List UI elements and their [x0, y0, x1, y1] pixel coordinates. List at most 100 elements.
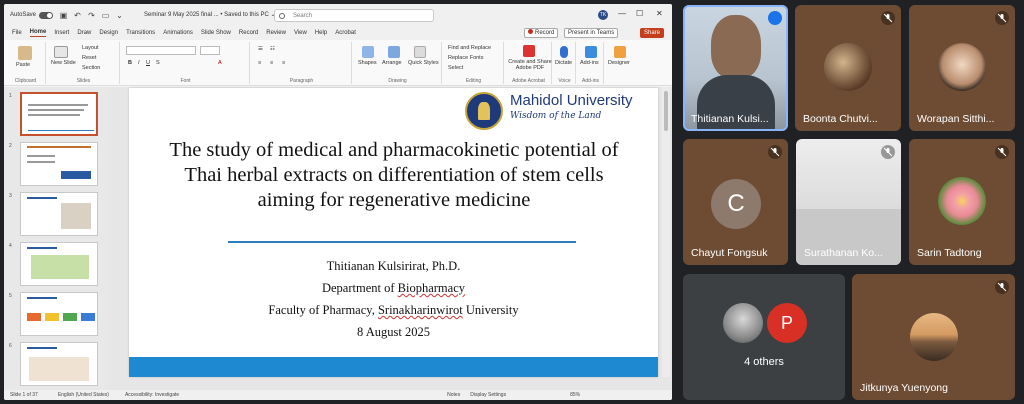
font-size-select[interactable] — [200, 46, 220, 55]
participant-tile-1[interactable]: Thitianan Kulsi... — [683, 5, 788, 131]
presenter-name[interactable]: Thitianan Kulsirirat, Ph.D. — [129, 259, 658, 274]
designer-button[interactable]: Designer — [608, 60, 630, 66]
autosave-toggle[interactable] — [39, 11, 54, 19]
notes-button[interactable]: Notes — [447, 392, 460, 398]
menu-view[interactable]: View — [294, 30, 307, 36]
participant-name: Jitkunya Yuenyong — [860, 382, 948, 394]
language-status[interactable]: English (United States) — [58, 392, 109, 398]
layout-button[interactable]: Layout — [82, 45, 99, 51]
find-replace-button[interactable]: Find and Replace — [448, 45, 491, 51]
dictate-button[interactable]: Dictate — [555, 60, 572, 66]
slide-thumbnail-2[interactable] — [20, 142, 98, 186]
menu-help[interactable]: Help — [315, 30, 327, 36]
menu-home[interactable]: Home — [29, 29, 47, 37]
presentation-date[interactable]: 8 August 2025 — [129, 325, 658, 340]
menu-insert[interactable]: Insert — [54, 30, 69, 36]
participant-tile-6[interactable]: Sarin Tadtong — [909, 139, 1015, 265]
undo-icon[interactable]: ↶ — [73, 11, 82, 20]
addins-icon[interactable] — [585, 46, 597, 58]
menu-design[interactable]: Design — [99, 30, 118, 36]
new-slide-button[interactable]: New Slide — [51, 60, 76, 66]
maximize-icon[interactable]: ☐ — [636, 9, 643, 18]
zoom-level[interactable]: 85% — [570, 392, 580, 398]
user-avatar[interactable]: TK — [598, 10, 608, 20]
slide-editor: Mahidol University Wisdom of the Land Th… — [108, 87, 672, 390]
slideshow-icon[interactable]: ▭ — [101, 11, 110, 20]
participant-tile-4[interactable]: C Chayut Fongsuk — [683, 139, 788, 265]
bold-icon[interactable]: B — [128, 60, 132, 66]
paste-icon[interactable] — [18, 46, 32, 60]
participant-tile-5[interactable]: Surathanan Ko... — [796, 139, 901, 265]
new-slide-icon[interactable] — [54, 46, 68, 58]
italic-icon[interactable]: I — [138, 60, 140, 66]
thumbnail-graphic — [29, 357, 89, 381]
department-line[interactable]: Department of Biopharmacy — [129, 281, 658, 296]
slide-thumbnail-6[interactable] — [20, 342, 98, 386]
record-button[interactable]: Record — [524, 28, 559, 38]
shadow-icon[interactable]: S — [156, 60, 160, 66]
menu-animations[interactable]: Animations — [163, 30, 193, 36]
minimize-icon[interactable]: — — [618, 9, 626, 18]
menu-file[interactable]: File — [12, 30, 22, 36]
replace-fonts-button[interactable]: Replace Fonts — [448, 55, 483, 61]
ribbon-group-editing: Find and Replace Replace Fonts Select Ed… — [444, 42, 504, 84]
create-share-pdf-button[interactable]: Create and Share Adobe PDF — [508, 59, 552, 71]
align-left-icon[interactable]: ≡ — [258, 60, 261, 66]
document-title[interactable]: Seminar 9 May 2025 final ... • Saved to … — [144, 11, 276, 18]
save-icon[interactable]: ▣ — [59, 11, 68, 20]
redo-icon[interactable]: ↷ — [87, 11, 96, 20]
customize-icon[interactable]: ⌄ — [115, 11, 124, 20]
faculty-line[interactable]: Faculty of Pharmacy, Srinakharinwirot Un… — [129, 303, 658, 318]
align-right-icon[interactable]: ≡ — [282, 60, 285, 66]
paste-button[interactable]: Paste — [16, 62, 30, 68]
quick-styles-icon[interactable] — [414, 46, 426, 58]
font-color-icon[interactable]: A — [218, 60, 222, 66]
ribbon: Paste Clipboard New Slide Layout Reset S… — [4, 40, 672, 86]
participant-avatar — [723, 303, 763, 343]
reset-button[interactable]: Reset — [82, 55, 96, 61]
participant-tile-3[interactable]: Worapan Sitthi... — [909, 5, 1015, 131]
slide-thumbnail-1[interactable] — [20, 92, 98, 136]
menu-draw[interactable]: Draw — [77, 30, 91, 36]
share-button[interactable]: Share — [640, 28, 665, 38]
shapes-button[interactable]: Shapes — [358, 60, 377, 66]
section-button[interactable]: Section — [82, 65, 100, 71]
menu-review[interactable]: Review — [266, 30, 286, 36]
others-tile[interactable]: P 4 others — [683, 274, 845, 400]
designer-icon[interactable] — [614, 46, 626, 58]
shapes-icon[interactable] — [362, 46, 374, 58]
font-name-select[interactable] — [126, 46, 196, 55]
participant-tile-2[interactable]: Boonta Chutvi... — [795, 5, 901, 131]
slide-thumbnail-3[interactable] — [20, 192, 98, 236]
slide-thumbnail-5[interactable] — [20, 292, 98, 336]
slide-title[interactable]: The study of medical and pharmacokinetic… — [169, 138, 619, 213]
vertical-scrollbar[interactable] — [662, 87, 670, 377]
menu-transitions[interactable]: Transitions — [126, 30, 155, 36]
search-icon — [279, 12, 285, 19]
muted-icon — [995, 145, 1009, 159]
addins-button[interactable]: Add-ins — [580, 60, 599, 66]
menu-slide-show[interactable]: Slide Show — [201, 30, 231, 36]
numbering-icon[interactable]: ☷ — [270, 46, 275, 52]
accessibility-status[interactable]: Accessibility: Investigate — [125, 392, 179, 398]
align-center-icon[interactable]: ≡ — [270, 60, 273, 66]
search-input[interactable]: Search — [274, 9, 434, 22]
arrange-icon[interactable] — [388, 46, 400, 58]
close-icon[interactable]: ✕ — [656, 9, 663, 18]
slide-thumbnail-4[interactable] — [20, 242, 98, 286]
underline-icon[interactable]: U — [146, 60, 150, 66]
microphone-icon[interactable] — [560, 46, 568, 58]
adobe-pdf-icon[interactable] — [523, 45, 535, 57]
quick-styles-button[interactable]: Quick Styles — [408, 60, 439, 66]
thumbnail-line — [27, 247, 57, 249]
display-settings-button[interactable]: Display Settings — [470, 392, 506, 398]
present-in-teams-button[interactable]: Present in Teams — [564, 28, 619, 38]
arrange-button[interactable]: Arrange — [382, 60, 402, 66]
thumbnail-line — [27, 161, 55, 163]
participant-tile-8[interactable]: Jitkunya Yuenyong — [852, 274, 1015, 400]
menu-acrobat[interactable]: Acrobat — [335, 30, 356, 36]
menu-record[interactable]: Record — [239, 30, 258, 36]
current-slide[interactable]: Mahidol University Wisdom of the Land Th… — [129, 88, 658, 377]
bullets-icon[interactable]: ☰ — [258, 46, 263, 52]
select-button[interactable]: Select — [448, 65, 463, 71]
